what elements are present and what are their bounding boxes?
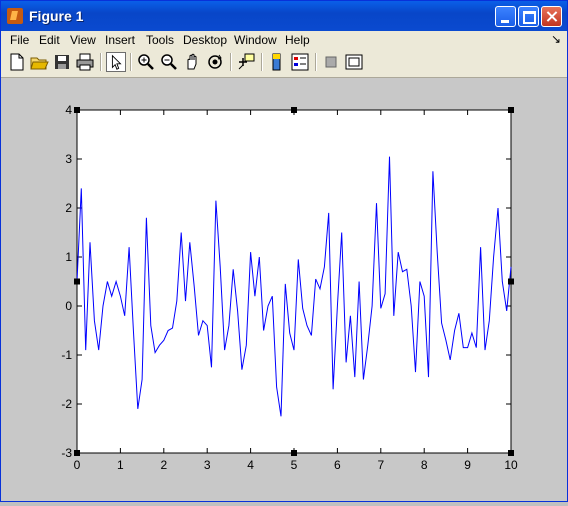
print-icon[interactable] — [75, 52, 95, 72]
x-tick-label: 3 — [204, 458, 211, 472]
x-tick-label: 2 — [160, 458, 167, 472]
x-tick-label: 10 — [504, 458, 518, 472]
zoom-out-icon[interactable] — [159, 52, 179, 72]
y-tick-label: -3 — [61, 446, 72, 460]
menu-file[interactable]: File — [10, 33, 29, 47]
menu-view[interactable]: View — [70, 33, 96, 47]
new-file-icon[interactable] — [7, 52, 27, 72]
toolbar-separator — [315, 53, 317, 71]
y-tick-label: 3 — [65, 152, 72, 166]
colorbar-icon[interactable] — [267, 52, 287, 72]
x-tick-label: 7 — [377, 458, 384, 472]
x-tick-label: 9 — [464, 458, 471, 472]
y-tick-label: 4 — [65, 103, 72, 117]
maximize-icon — [519, 7, 538, 26]
y-tick-label: 0 — [65, 299, 72, 313]
rotate-3d-icon[interactable] — [205, 52, 225, 72]
menu-bar: File Edit View Insert Tools Desktop Wind… — [1, 31, 567, 49]
minimize-button[interactable] — [495, 6, 516, 27]
data-cursor-icon[interactable] — [236, 52, 256, 72]
x-tick-label: 8 — [421, 458, 428, 472]
minimize-icon — [496, 7, 515, 26]
figure-window: Figure 1 File Edit View Insert Tools Des… — [0, 0, 568, 502]
selection-handle[interactable] — [291, 450, 297, 456]
y-tick-label: 2 — [65, 201, 72, 215]
pan-hand-icon[interactable] — [182, 52, 202, 72]
axes-box[interactable] — [76, 109, 512, 454]
legend-icon[interactable] — [290, 52, 310, 72]
selection-handle[interactable] — [74, 450, 80, 456]
toolbar-separator — [130, 53, 132, 71]
menu-window[interactable]: Window — [234, 33, 277, 47]
selection-handle[interactable] — [74, 107, 80, 113]
toolbar — [1, 49, 567, 78]
zoom-in-icon[interactable] — [136, 52, 156, 72]
selection-handle[interactable] — [508, 107, 514, 113]
title-bar[interactable]: Figure 1 — [1, 1, 567, 31]
toolbar-separator — [100, 53, 102, 71]
menu-insert[interactable]: Insert — [105, 33, 135, 47]
y-tick-label: -1 — [61, 348, 72, 362]
close-icon — [542, 7, 561, 26]
menu-tools[interactable]: Tools — [146, 33, 174, 47]
figure-canvas[interactable]: -3 -2 -1 0 1 2 3 4 0 1 2 3 4 5 6 7 8 9 10 — [1, 78, 567, 501]
selection-handle[interactable] — [74, 278, 80, 285]
matlab-logo-icon — [7, 8, 23, 24]
y-tick-label: 1 — [65, 250, 72, 264]
window-title: Figure 1 — [29, 8, 84, 24]
select-arrow-icon[interactable] — [106, 52, 126, 72]
x-tick-label: 6 — [334, 458, 341, 472]
open-folder-icon[interactable] — [29, 52, 49, 72]
x-tick-label: 0 — [74, 458, 81, 472]
x-tick-label: 1 — [117, 458, 124, 472]
menu-edit[interactable]: Edit — [39, 33, 60, 47]
save-icon[interactable] — [52, 52, 72, 72]
close-button[interactable] — [541, 6, 562, 27]
toolbar-separator — [261, 53, 263, 71]
maximize-button[interactable] — [518, 6, 539, 27]
hide-plot-tools-icon[interactable] — [321, 52, 341, 72]
toolbar-separator — [230, 53, 232, 71]
menu-help[interactable]: Help — [285, 33, 310, 47]
show-plot-tools-icon[interactable] — [344, 52, 364, 72]
selection-handle[interactable] — [508, 450, 514, 456]
selection-handle[interactable] — [508, 278, 514, 285]
axes-plot[interactable]: -3 -2 -1 0 1 2 3 4 0 1 2 3 4 5 6 7 8 9 10 — [1, 78, 567, 501]
menu-desktop[interactable]: Desktop — [183, 33, 227, 47]
selection-handle[interactable] — [291, 107, 297, 113]
x-tick-label: 4 — [247, 458, 254, 472]
x-tick-label: 5 — [291, 458, 298, 472]
dock-arrow-icon[interactable]: ↘ — [551, 32, 561, 46]
y-tick-label: -2 — [61, 397, 72, 411]
